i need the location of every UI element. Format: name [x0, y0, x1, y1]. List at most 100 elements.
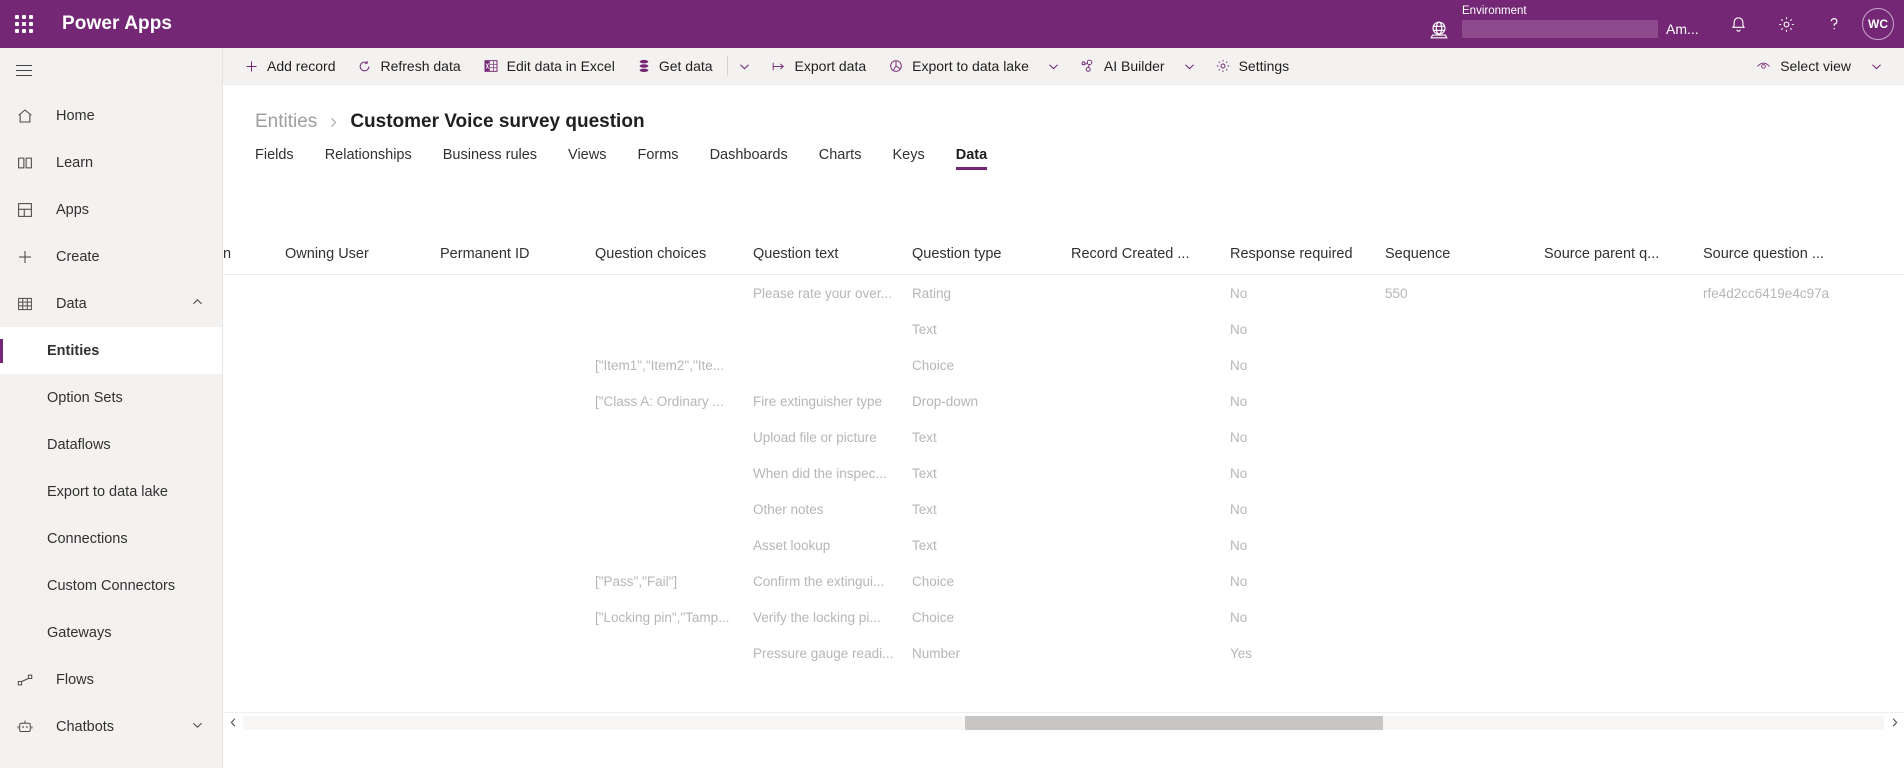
- table-cell[interactable]: Drop-down: [912, 394, 1071, 409]
- column-header[interactable]: Question text: [753, 246, 912, 262]
- table-cell[interactable]: Text: [912, 322, 1071, 337]
- column-header[interactable]: Record Created ...: [1071, 246, 1230, 262]
- table-row[interactable]: Upload file or picture Text No: [223, 419, 1904, 455]
- avatar[interactable]: WC: [1862, 8, 1894, 40]
- tab-keys[interactable]: Keys: [892, 147, 924, 170]
- app-launcher-icon[interactable]: [0, 0, 48, 48]
- table-cell[interactable]: No: [1230, 322, 1385, 337]
- table-cell[interactable]: 550: [1385, 286, 1544, 301]
- table-cell[interactable]: No: [1230, 286, 1385, 301]
- table-cell[interactable]: No: [1230, 394, 1385, 409]
- sidebar-item-home[interactable]: Home: [0, 92, 222, 139]
- breadcrumb-parent-entities[interactable]: Entities: [255, 111, 317, 133]
- horizontal-scrollbar[interactable]: [223, 712, 1904, 732]
- table-row[interactable]: Text No: [223, 311, 1904, 347]
- table-cell[interactable]: Number: [912, 646, 1071, 661]
- sidebar-item-create[interactable]: Create: [0, 233, 222, 280]
- table-row[interactable]: Please rate your over... Rating No 550 rfe4d…: [223, 275, 1904, 311]
- refresh-data-button[interactable]: Refresh data: [346, 48, 471, 85]
- column-header[interactable]: n: [223, 246, 285, 262]
- table-cell[interactable]: Text: [912, 466, 1071, 481]
- select-view-chevron-down-icon[interactable]: [1862, 48, 1890, 85]
- scroll-right-arrow-icon[interactable]: [1884, 713, 1904, 733]
- table-cell[interactable]: ["Class A: Ordinary ...: [595, 394, 753, 409]
- sidebar-item-data[interactable]: Data: [0, 280, 222, 327]
- tab-views[interactable]: Views: [568, 147, 606, 170]
- sidebar-item-custom-connectors[interactable]: Custom Connectors: [0, 562, 222, 609]
- table-cell[interactable]: Text: [912, 430, 1071, 445]
- table-cell[interactable]: ["Item1","Item2","Ite...: [595, 358, 753, 373]
- table-row[interactable]: Pressure gauge readi... Number Yes: [223, 635, 1904, 671]
- sidebar-item-entities[interactable]: Entities: [0, 327, 222, 374]
- table-cell[interactable]: rfe4d2cc6419e4c97a: [1703, 286, 1873, 301]
- column-header[interactable]: Source parent q...: [1544, 246, 1703, 262]
- table-row[interactable]: ["Item1","Item2","Ite... Choice No: [223, 347, 1904, 383]
- sidebar-toggle-icon[interactable]: [0, 48, 48, 92]
- table-cell[interactable]: No: [1230, 466, 1385, 481]
- ai-builder-chevron-down-icon[interactable]: [1176, 48, 1204, 85]
- table-cell[interactable]: Choice: [912, 610, 1071, 625]
- tab-relationships[interactable]: Relationships: [325, 147, 412, 170]
- settings-button[interactable]: Settings: [1204, 48, 1301, 85]
- notifications-bell-icon[interactable]: [1714, 0, 1762, 48]
- table-cell[interactable]: No: [1230, 430, 1385, 445]
- table-cell[interactable]: Verify the locking pi...: [753, 610, 912, 625]
- chevron-down-icon[interactable]: [191, 718, 204, 735]
- chevron-up-icon[interactable]: [191, 295, 204, 312]
- brand-title[interactable]: Power Apps: [62, 13, 172, 35]
- table-cell[interactable]: No: [1230, 358, 1385, 373]
- column-header[interactable]: Owning User: [285, 246, 440, 262]
- column-header[interactable]: Permanent ID: [440, 246, 595, 262]
- get-data-chevron-down-icon[interactable]: [731, 48, 759, 85]
- table-cell[interactable]: No: [1230, 610, 1385, 625]
- scroll-left-arrow-icon[interactable]: [223, 713, 243, 733]
- table-cell[interactable]: ["Pass","Fail"]: [595, 574, 753, 589]
- table-row[interactable]: Other notes Text No: [223, 491, 1904, 527]
- get-data-button[interactable]: Get data: [626, 48, 724, 85]
- table-cell[interactable]: When did the inspec...: [753, 466, 912, 481]
- column-header[interactable]: Question choices: [595, 246, 753, 262]
- table-cell[interactable]: Text: [912, 538, 1071, 553]
- sidebar-item-connections[interactable]: Connections: [0, 515, 222, 562]
- export-data-button[interactable]: Export data: [759, 48, 878, 85]
- select-view-button[interactable]: Select view: [1744, 48, 1862, 85]
- table-cell[interactable]: Confirm the extingui...: [753, 574, 912, 589]
- edit-data-in-excel-button[interactable]: Edit data in Excel: [472, 48, 626, 85]
- table-row[interactable]: When did the inspec... Text No: [223, 455, 1904, 491]
- sidebar-item-gateways[interactable]: Gateways: [0, 609, 222, 656]
- sidebar-item-dataflows[interactable]: Dataflows: [0, 421, 222, 468]
- table-row[interactable]: Asset lookup Text No: [223, 527, 1904, 563]
- ai-builder-button[interactable]: AI Builder: [1068, 48, 1176, 85]
- table-cell[interactable]: Yes: [1230, 646, 1385, 661]
- tab-forms[interactable]: Forms: [637, 147, 678, 170]
- table-cell[interactable]: No: [1230, 502, 1385, 517]
- table-cell[interactable]: Please rate your over...: [753, 286, 912, 301]
- table-cell[interactable]: Fire extinguisher type: [753, 394, 912, 409]
- table-cell[interactable]: Choice: [912, 574, 1071, 589]
- table-cell[interactable]: ["Locking pin","Tamp...: [595, 610, 753, 625]
- tab-fields[interactable]: Fields: [255, 147, 294, 170]
- table-cell[interactable]: Asset lookup: [753, 538, 912, 553]
- sidebar-item-flows[interactable]: Flows: [0, 656, 222, 703]
- environment-picker[interactable]: Environment Am...: [1422, 0, 1714, 48]
- table-cell[interactable]: Other notes: [753, 502, 912, 517]
- sidebar-item-learn[interactable]: Learn: [0, 139, 222, 186]
- sidebar-item-export-to-data-lake[interactable]: Export to data lake: [0, 468, 222, 515]
- table-cell[interactable]: Text: [912, 502, 1071, 517]
- tab-charts[interactable]: Charts: [819, 147, 862, 170]
- table-cell[interactable]: Upload file or picture: [753, 430, 912, 445]
- tab-business-rules[interactable]: Business rules: [443, 147, 537, 170]
- help-icon[interactable]: [1810, 0, 1858, 48]
- scrollbar-track[interactable]: [243, 715, 1884, 730]
- tab-dashboards[interactable]: Dashboards: [710, 147, 788, 170]
- tab-data[interactable]: Data: [955, 147, 988, 170]
- table-row[interactable]: ["Pass","Fail"] Confirm the extingui... Ch…: [223, 563, 1904, 599]
- scrollbar-thumb[interactable]: [965, 715, 1384, 730]
- table-cell[interactable]: Choice: [912, 358, 1071, 373]
- table-cell[interactable]: No: [1230, 538, 1385, 553]
- export-to-data-lake-button[interactable]: Export to data lake: [877, 48, 1040, 85]
- table-cell[interactable]: Rating: [912, 286, 1071, 301]
- add-record-button[interactable]: Add record: [233, 48, 346, 85]
- sidebar-item-chatbots[interactable]: Chatbots: [0, 703, 222, 750]
- sidebar-item-option-sets[interactable]: Option Sets: [0, 374, 222, 421]
